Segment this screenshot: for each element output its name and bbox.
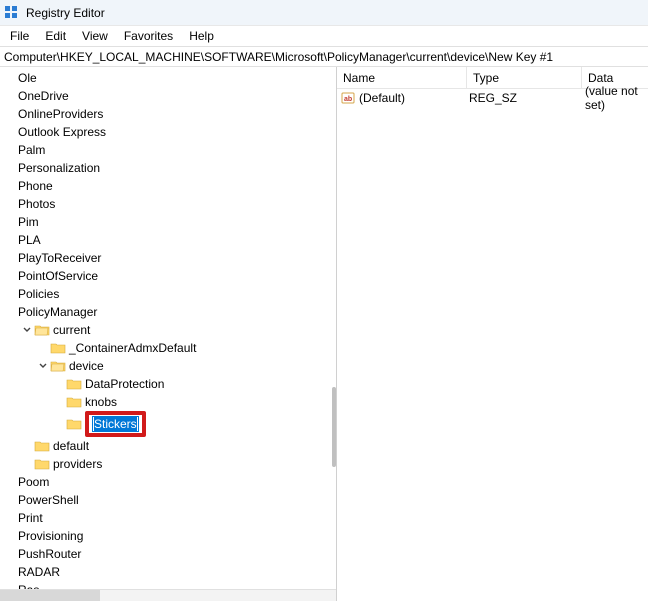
value-row[interactable]: ab(Default)REG_SZ(value not set) (337, 89, 648, 107)
address-bar[interactable]: Computer\HKEY_LOCAL_MACHINE\SOFTWARE\Mic… (0, 46, 648, 67)
tree-item-label: current (53, 323, 90, 337)
rename-input[interactable]: Stickers (92, 416, 139, 432)
menu-view[interactable]: View (76, 27, 118, 45)
menu-edit[interactable]: Edit (39, 27, 76, 45)
tree-item[interactable]: DataProtection (0, 375, 336, 393)
tree-item-label: Pim (18, 215, 39, 229)
horizontal-scrollbar-thumb[interactable] (0, 590, 100, 601)
rename-selected-text: Stickers (94, 417, 137, 431)
tree-item[interactable]: PolicyManager (0, 303, 336, 321)
tree-item[interactable]: PointOfService (0, 267, 336, 285)
folder-icon (66, 395, 82, 409)
tree-item[interactable]: Policies (0, 285, 336, 303)
tree-item[interactable]: _ContainerAdmxDefault (0, 339, 336, 357)
tree-item[interactable]: providers (0, 455, 336, 473)
tree-item[interactable]: PowerShell (0, 491, 336, 509)
tree-item-label: PLA (18, 233, 41, 247)
tree-item-label: providers (53, 457, 102, 471)
app-icon (4, 5, 20, 21)
tree-item[interactable]: Print (0, 509, 336, 527)
tree-item[interactable]: PlayToReceiver (0, 249, 336, 267)
tree-item-label: Palm (18, 143, 45, 157)
tree-item[interactable]: Palm (0, 141, 336, 159)
tree-item[interactable]: Phone (0, 177, 336, 195)
tree-item-label: PlayToReceiver (18, 251, 101, 265)
folder-icon (34, 457, 50, 471)
tree-item[interactable]: Outlook Express (0, 123, 336, 141)
tree-item-label: OneDrive (18, 89, 69, 103)
tree-item-label: PointOfService (18, 269, 98, 283)
value-name: (Default) (359, 91, 469, 105)
tree-item[interactable]: Stickers (0, 411, 336, 437)
tree-item-label: Ole (18, 71, 37, 85)
tree-item[interactable]: Personalization (0, 159, 336, 177)
rename-highlight: Stickers (85, 411, 146, 437)
tree-pane[interactable]: Ole OneDrive OnlineProviders Outlook Expres… (0, 67, 337, 601)
menu-bar: File Edit View Favorites Help (0, 26, 648, 46)
expander-icon[interactable] (36, 361, 50, 371)
folder-icon (66, 417, 82, 431)
tree-item[interactable]: OneDrive (0, 87, 336, 105)
tree-item-label: RADAR (18, 565, 60, 579)
column-header-type[interactable]: Type (467, 67, 582, 88)
tree-item-label: PolicyManager (18, 305, 97, 319)
tree-item-label: DataProtection (85, 377, 164, 391)
scrollbar-thumb[interactable] (332, 387, 336, 467)
tree-item-label: PushRouter (18, 547, 81, 561)
tree-item[interactable]: current (0, 321, 336, 339)
tree-item-label: Policies (18, 287, 59, 301)
tree-item-label: Outlook Express (18, 125, 106, 139)
tree-item-label: default (53, 439, 89, 453)
folder-icon (50, 359, 66, 373)
column-header-name[interactable]: Name (337, 67, 467, 88)
tree-item-label: knobs (85, 395, 117, 409)
tree-item[interactable]: default (0, 437, 336, 455)
tree-item-label: Photos (18, 197, 55, 211)
values-pane: Name Type Data ab(Default)REG_SZ(value n… (337, 67, 648, 601)
tree-item[interactable]: PushRouter (0, 545, 336, 563)
menu-file[interactable]: File (4, 27, 39, 45)
tree-item[interactable]: OnlineProviders (0, 105, 336, 123)
tree-item-label: Personalization (18, 161, 100, 175)
folder-icon (34, 439, 50, 453)
tree-item-label: Provisioning (18, 529, 83, 543)
tree-item[interactable]: knobs (0, 393, 336, 411)
folder-icon (50, 341, 66, 355)
value-data: (value not set) (585, 84, 648, 112)
tree-item[interactable]: RADAR (0, 563, 336, 581)
tree-item-label: device (69, 359, 104, 373)
tree-item[interactable]: Provisioning (0, 527, 336, 545)
tree-item[interactable]: device (0, 357, 336, 375)
tree-item[interactable]: Ole (0, 69, 336, 87)
tree-item[interactable]: Pim (0, 213, 336, 231)
folder-icon (66, 377, 82, 391)
title-bar: Registry Editor (0, 0, 648, 26)
tree-item-label: Print (18, 511, 43, 525)
tree-item-label: Phone (18, 179, 53, 193)
value-type: REG_SZ (469, 91, 585, 105)
expander-icon[interactable] (20, 325, 34, 335)
menu-favorites[interactable]: Favorites (118, 27, 183, 45)
address-text: Computer\HKEY_LOCAL_MACHINE\SOFTWARE\Mic… (4, 50, 553, 64)
menu-help[interactable]: Help (183, 27, 224, 45)
tree-item-label: Poom (18, 475, 49, 489)
horizontal-scrollbar[interactable] (0, 589, 337, 601)
tree-item[interactable]: Poom (0, 473, 336, 491)
string-value-icon: ab (341, 91, 355, 105)
tree-item[interactable]: PLA (0, 231, 336, 249)
values-body: ab(Default)REG_SZ(value not set) (337, 89, 648, 601)
tree-item-label: OnlineProviders (18, 107, 103, 121)
tree-item[interactable]: Photos (0, 195, 336, 213)
tree-item-label: PowerShell (18, 493, 79, 507)
folder-icon (34, 323, 50, 337)
window-title: Registry Editor (26, 6, 105, 20)
tree-item-label: _ContainerAdmxDefault (69, 341, 196, 355)
svg-text:ab: ab (344, 96, 352, 103)
